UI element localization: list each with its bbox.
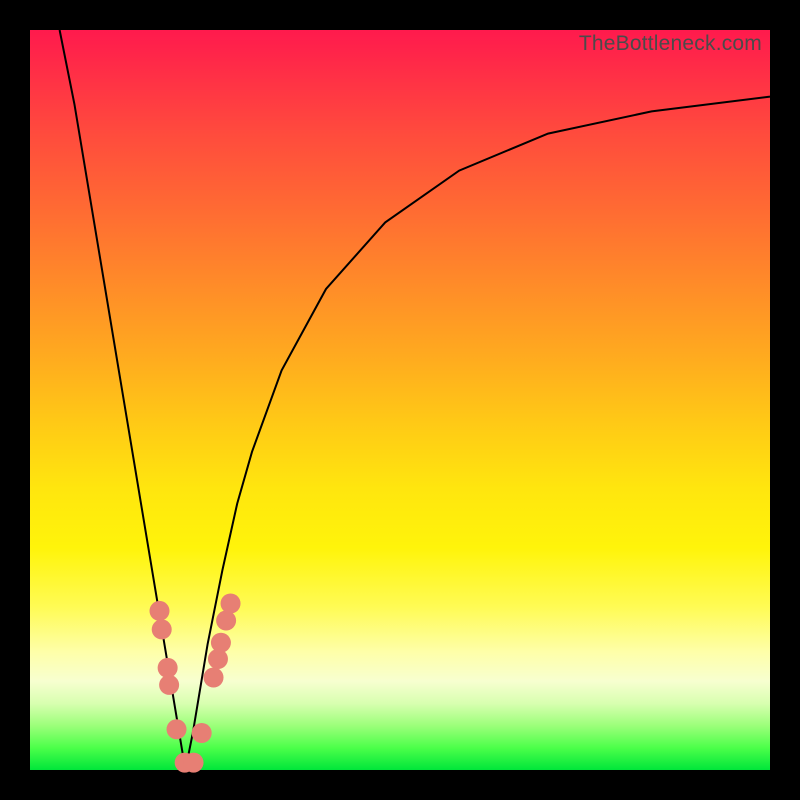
chart-frame: TheBottleneck.com	[0, 0, 800, 800]
data-dot	[152, 619, 172, 639]
data-dot	[211, 633, 231, 653]
data-dot	[150, 601, 170, 621]
data-dot	[221, 594, 241, 614]
curve-right-branch	[185, 97, 770, 770]
bottleneck-curve	[30, 30, 770, 770]
data-dot	[184, 753, 204, 773]
data-dot	[159, 675, 179, 695]
data-dot	[167, 719, 187, 739]
data-dot	[158, 658, 178, 678]
data-dots	[150, 594, 241, 773]
data-dot	[216, 611, 236, 631]
data-dot	[192, 723, 212, 743]
plot-area: TheBottleneck.com	[30, 30, 770, 770]
data-dot	[204, 668, 224, 688]
